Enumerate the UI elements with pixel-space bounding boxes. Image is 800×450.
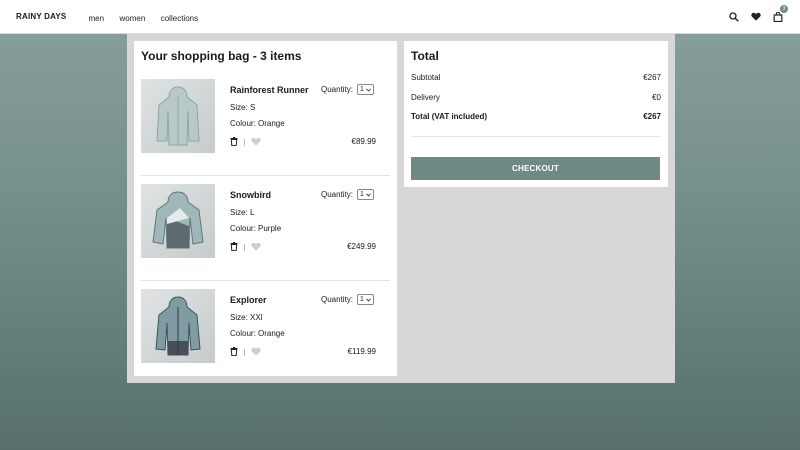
nav-link-collections[interactable]: collections: [161, 14, 198, 23]
quantity-value: 1: [360, 191, 364, 198]
main-content: Your shopping bag - 3 items Rainforest R…: [127, 34, 675, 383]
delivery-label: Delivery: [411, 92, 440, 102]
product-price: €249.99: [347, 242, 376, 251]
product-name[interactable]: Rainforest Runner: [230, 85, 309, 95]
chevron-down-icon: [366, 192, 371, 197]
quantity-label: Quantity:: [321, 295, 354, 304]
nav-link-women[interactable]: women: [119, 14, 145, 23]
total-divider: [411, 135, 661, 137]
search-icon[interactable]: [727, 10, 740, 23]
bag-icon[interactable]: 3: [771, 5, 788, 23]
product-image[interactable]: [141, 184, 215, 258]
nav-link-men[interactable]: men: [88, 14, 104, 23]
quantity-control: Quantity: 1: [321, 294, 375, 305]
quantity-control: Quantity: 1: [321, 84, 375, 95]
total-row: Total (VAT included) €267: [411, 112, 661, 132]
product-colour: Colour: Orange: [230, 329, 285, 338]
item-actions: [230, 343, 261, 361]
subtotal-label: Subtotal: [411, 73, 441, 82]
total-label: Total (VAT included): [411, 112, 487, 121]
quantity-select[interactable]: 1: [357, 189, 375, 200]
main-nav: men women collections: [88, 8, 209, 26]
quantity-label: Quantity:: [321, 85, 354, 94]
quantity-value: 1: [360, 296, 364, 303]
quantity-select[interactable]: 1: [357, 294, 375, 305]
trash-icon[interactable]: [230, 238, 238, 256]
product-size: Size: S: [230, 103, 256, 112]
quantity-value: 1: [360, 86, 364, 93]
action-divider: [244, 348, 245, 356]
cart-count-badge: 3: [780, 5, 788, 13]
heart-outline-icon[interactable]: [251, 238, 261, 256]
product-image[interactable]: [141, 289, 215, 363]
item-actions: [230, 133, 261, 151]
product-size: Size: XXl: [230, 313, 263, 322]
chevron-down-icon: [366, 87, 371, 92]
delivery-value: €0: [652, 92, 661, 102]
nav-icons: 3: [727, 5, 788, 23]
action-divider: [244, 243, 245, 251]
delivery-row: Delivery €0: [411, 93, 661, 113]
checkout-button[interactable]: CHECKOUT: [411, 157, 660, 180]
product-name[interactable]: Explorer: [230, 295, 267, 305]
trash-icon[interactable]: [230, 343, 238, 361]
product-price: €89.99: [351, 137, 376, 146]
item-actions: [230, 238, 261, 256]
order-total-panel: Total Subtotal €267 Delivery €0 Total (V…: [404, 41, 668, 187]
total-title: Total: [411, 49, 439, 63]
bag-title: Your shopping bag - 3 items: [141, 49, 302, 63]
product-size: Size: L: [230, 208, 255, 217]
product-price: €119.99: [347, 347, 376, 356]
subtotal-value: €267: [643, 73, 661, 82]
heart-outline-icon[interactable]: [251, 133, 261, 151]
bag-item: Explorer Quantity: 1 Size: XXl Colour: O…: [141, 281, 390, 386]
top-navigation: RAINY DAYS men women collections 3: [0, 0, 800, 34]
subtotal-row: Subtotal €267: [411, 73, 661, 93]
bag-item: Rainforest Runner Quantity: 1 Size: S Co…: [141, 71, 390, 176]
heart-outline-icon[interactable]: [251, 343, 261, 361]
shopping-bag-panel: Your shopping bag - 3 items Rainforest R…: [134, 41, 397, 376]
heart-icon[interactable]: [749, 10, 762, 23]
product-colour: Colour: Orange: [230, 119, 285, 128]
quantity-label: Quantity:: [321, 190, 354, 199]
quantity-select[interactable]: 1: [357, 84, 375, 95]
chevron-down-icon: [366, 297, 371, 302]
action-divider: [244, 138, 245, 146]
total-value: €267: [643, 112, 661, 121]
product-name[interactable]: Snowbird: [230, 190, 271, 200]
logo[interactable]: RAINY DAYS: [16, 12, 66, 21]
product-colour: Colour: Purple: [230, 224, 282, 233]
bag-item: Snowbird Quantity: 1 Size: L Colour: Pur…: [141, 176, 390, 281]
quantity-control: Quantity: 1: [321, 189, 375, 200]
product-image[interactable]: [141, 79, 215, 153]
trash-icon[interactable]: [230, 133, 238, 151]
